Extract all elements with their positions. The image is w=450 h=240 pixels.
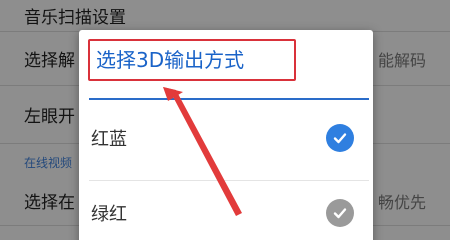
output-mode-dialog: 选择3D输出方式 红蓝 绿红 (79, 30, 373, 240)
title-highlight-box (88, 39, 296, 81)
option-label: 红蓝 (91, 129, 127, 150)
option-divider (89, 180, 369, 181)
option-green-red[interactable]: 绿红 (79, 183, 373, 240)
option-label: 绿红 (91, 204, 127, 225)
title-divider (89, 98, 369, 100)
checked-icon[interactable] (326, 124, 354, 152)
unchecked-icon[interactable] (326, 199, 354, 227)
option-red-blue[interactable]: 红蓝 (79, 108, 373, 168)
